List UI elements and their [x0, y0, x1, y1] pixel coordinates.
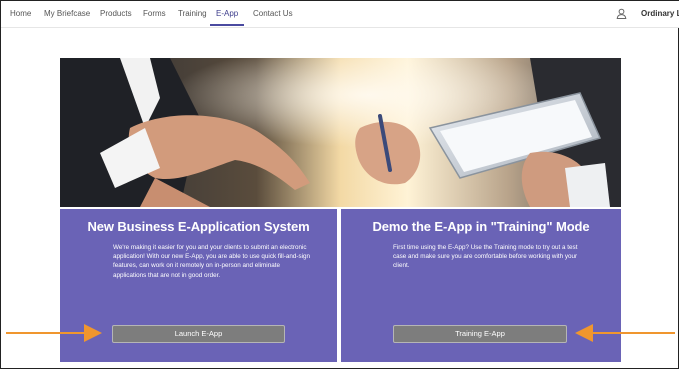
launch-e-app-button[interactable]: Launch E-App — [112, 325, 285, 343]
training-e-app-button[interactable]: Training E-App — [393, 325, 567, 343]
user-name[interactable]: Ordinary Life — [641, 9, 679, 18]
demo-training-title: Demo the E-App in "Training" Mode — [372, 219, 590, 234]
nav-e-app[interactable]: E-App — [216, 9, 238, 18]
nav-training[interactable]: Training — [178, 9, 207, 18]
arrow-right-icon — [6, 324, 102, 342]
active-tab-indicator — [210, 24, 244, 26]
demo-training-description: First time using the E-App? Use the Trai… — [393, 244, 578, 270]
new-business-title: New Business E-Application System — [87, 219, 310, 234]
nav-home[interactable]: Home — [10, 9, 31, 18]
new-business-description: We're making it easier for you and your … — [113, 244, 311, 279]
user-icon[interactable] — [616, 8, 627, 19]
nav-forms[interactable]: Forms — [143, 9, 166, 18]
page-frame: Home My Briefcase Products Forms Trainin… — [0, 0, 679, 369]
top-navigation: Home My Briefcase Products Forms Trainin… — [1, 1, 679, 28]
nav-contact-us[interactable]: Contact Us — [253, 9, 293, 18]
hero-illustration — [60, 58, 621, 207]
nav-my-briefcase[interactable]: My Briefcase — [44, 9, 90, 18]
arrow-left-icon — [575, 324, 675, 342]
nav-products[interactable]: Products — [100, 9, 132, 18]
business-meeting-tablet-photo — [60, 58, 621, 207]
